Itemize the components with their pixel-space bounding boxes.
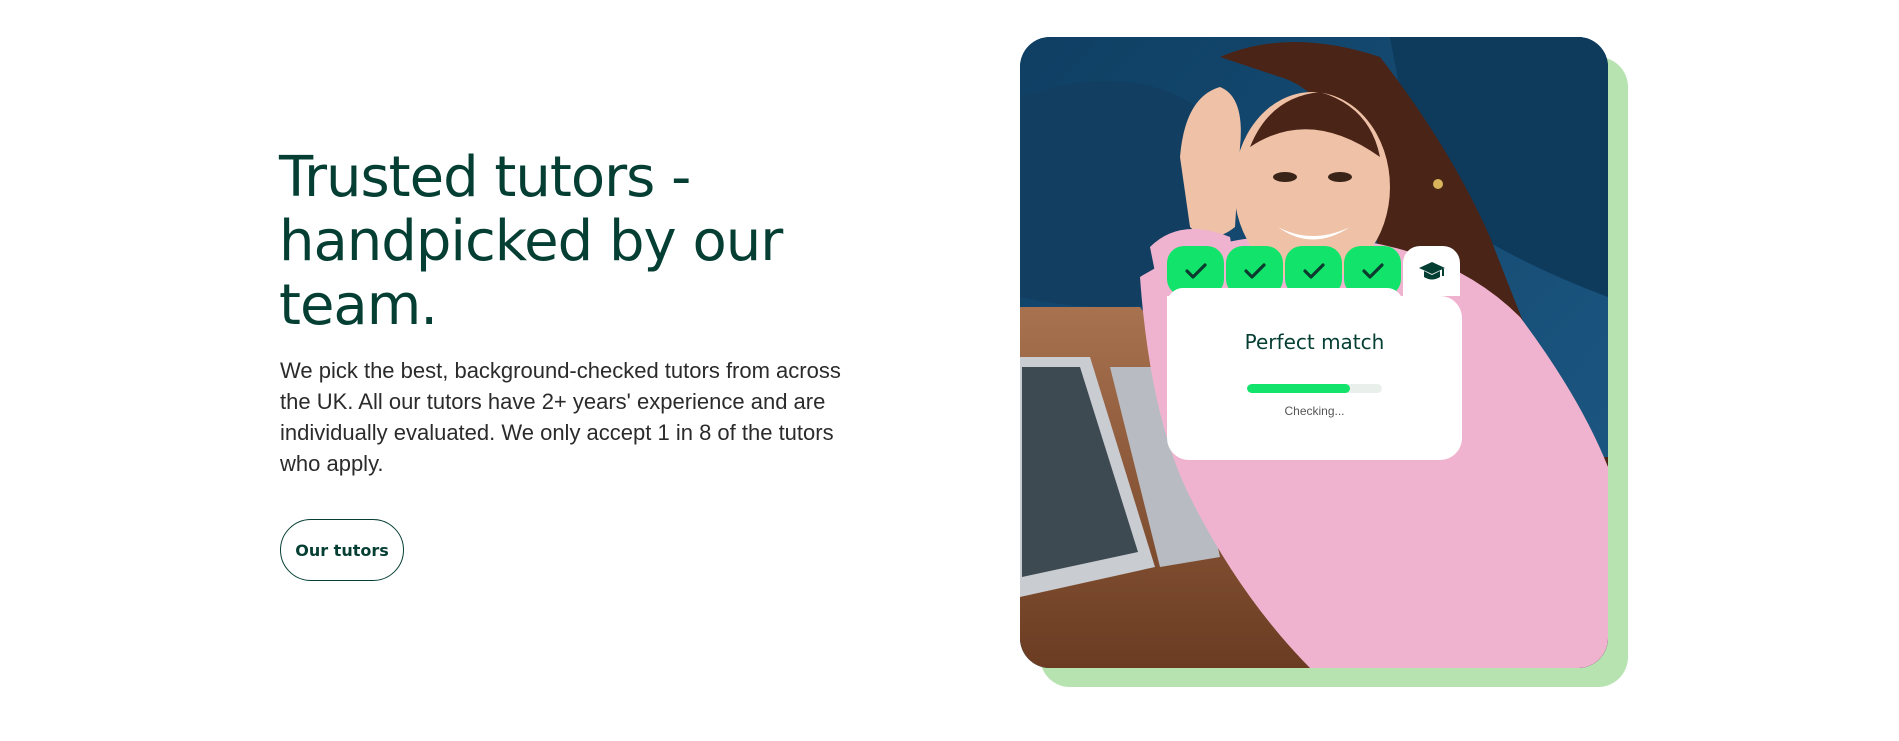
section-description: We pick the best, background-checked tut… <box>280 358 841 476</box>
section-headline: Trusted tutors - handpicked by our team. <box>279 146 839 338</box>
headline-line: Trusted tutors - <box>279 145 691 210</box>
match-progress-bar <box>1247 384 1382 393</box>
graduation-badge <box>1403 246 1460 296</box>
headline-line: team. <box>279 273 438 338</box>
match-card: Perfect match Checking... <box>1167 288 1462 460</box>
our-tutors-button[interactable]: Our tutors <box>280 519 404 581</box>
check-icon <box>1361 263 1384 279</box>
match-progress-fill <box>1247 384 1350 393</box>
match-title: Perfect match <box>1244 330 1385 354</box>
match-status: Checking... <box>1284 404 1345 418</box>
check-icon <box>1302 263 1325 279</box>
graduation-cap-icon <box>1418 262 1445 280</box>
tutors-section: Trusted tutors - handpicked by our team.… <box>0 0 1899 741</box>
headline-line: handpicked by our <box>279 209 783 274</box>
check-icon <box>1184 263 1207 279</box>
check-icon <box>1243 263 1266 279</box>
